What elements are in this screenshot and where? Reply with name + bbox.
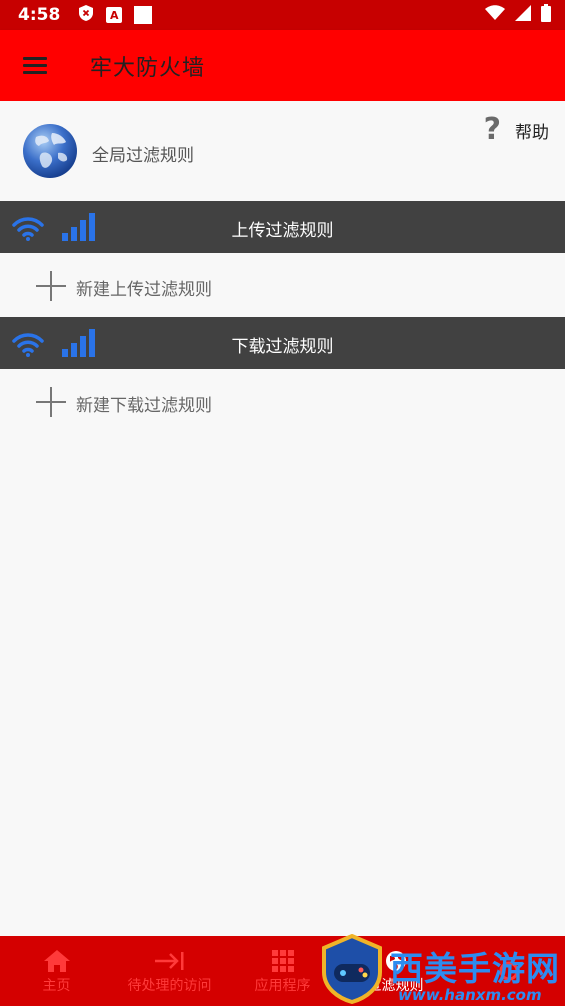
nav-label-pending-access: 待处理的访问 <box>127 978 212 994</box>
home-icon <box>43 947 70 975</box>
grid-icon <box>271 947 294 975</box>
plus-icon <box>36 387 66 417</box>
square-icon <box>134 6 153 24</box>
hamburger-icon <box>23 56 47 75</box>
status-right <box>485 4 551 26</box>
letter-a-icon: A <box>106 7 123 23</box>
menu-button[interactable] <box>0 30 70 101</box>
game-shield-logo <box>322 934 382 1004</box>
download-section-title: 下载过滤规则 <box>231 337 334 357</box>
arrow-to-bar-icon <box>154 947 185 975</box>
add-upload-rule-label: 新建上传过滤规则 <box>76 280 212 300</box>
status-time: 4:58 <box>18 5 61 25</box>
nav-item-pending-access[interactable]: 待处理的访问 <box>113 936 226 1006</box>
app-title: 牢大防火墙 <box>90 55 206 81</box>
status-bar: 4:58 A <box>0 0 565 30</box>
global-filter-row[interactable]: 全局过滤规则 ? 帮助 <box>0 101 565 201</box>
watermark-text: 西美手游网 <box>390 949 560 988</box>
upload-section-header: 上传过滤规则 <box>0 201 565 253</box>
battery-icon <box>541 4 551 26</box>
watermark: 西美手游网 www.hanxm.com <box>318 934 565 1006</box>
shield-x-icon <box>78 4 94 26</box>
nav-item-home[interactable]: 主页 <box>0 936 113 1006</box>
add-download-rule-button[interactable]: 新建下载过滤规则 <box>0 369 565 433</box>
global-filter-label: 全局过滤规则 <box>92 146 194 166</box>
watermark-url: www.hanxm.com <box>398 986 542 1004</box>
app-bar: 牢大防火墙 <box>0 30 565 101</box>
globe-icon <box>23 124 77 178</box>
signal-status-icon <box>515 5 531 25</box>
nav-label-home: 主页 <box>42 978 71 994</box>
upload-section-title: 上传过滤规则 <box>231 221 334 241</box>
help-button[interactable]: ? 帮助 <box>484 115 549 145</box>
add-upload-rule-button[interactable]: 新建上传过滤规则 <box>0 253 565 317</box>
download-section-header: 下载过滤规则 <box>0 317 565 369</box>
add-download-rule-label: 新建下载过滤规则 <box>76 396 212 416</box>
wifi-status-icon <box>485 5 505 25</box>
nav-label-apps: 应用程序 <box>254 978 311 994</box>
plus-icon <box>36 271 66 301</box>
letter-a-glyph: A <box>110 8 119 22</box>
help-label: 帮助 <box>515 122 549 143</box>
question-mark-icon: ? <box>483 112 501 147</box>
